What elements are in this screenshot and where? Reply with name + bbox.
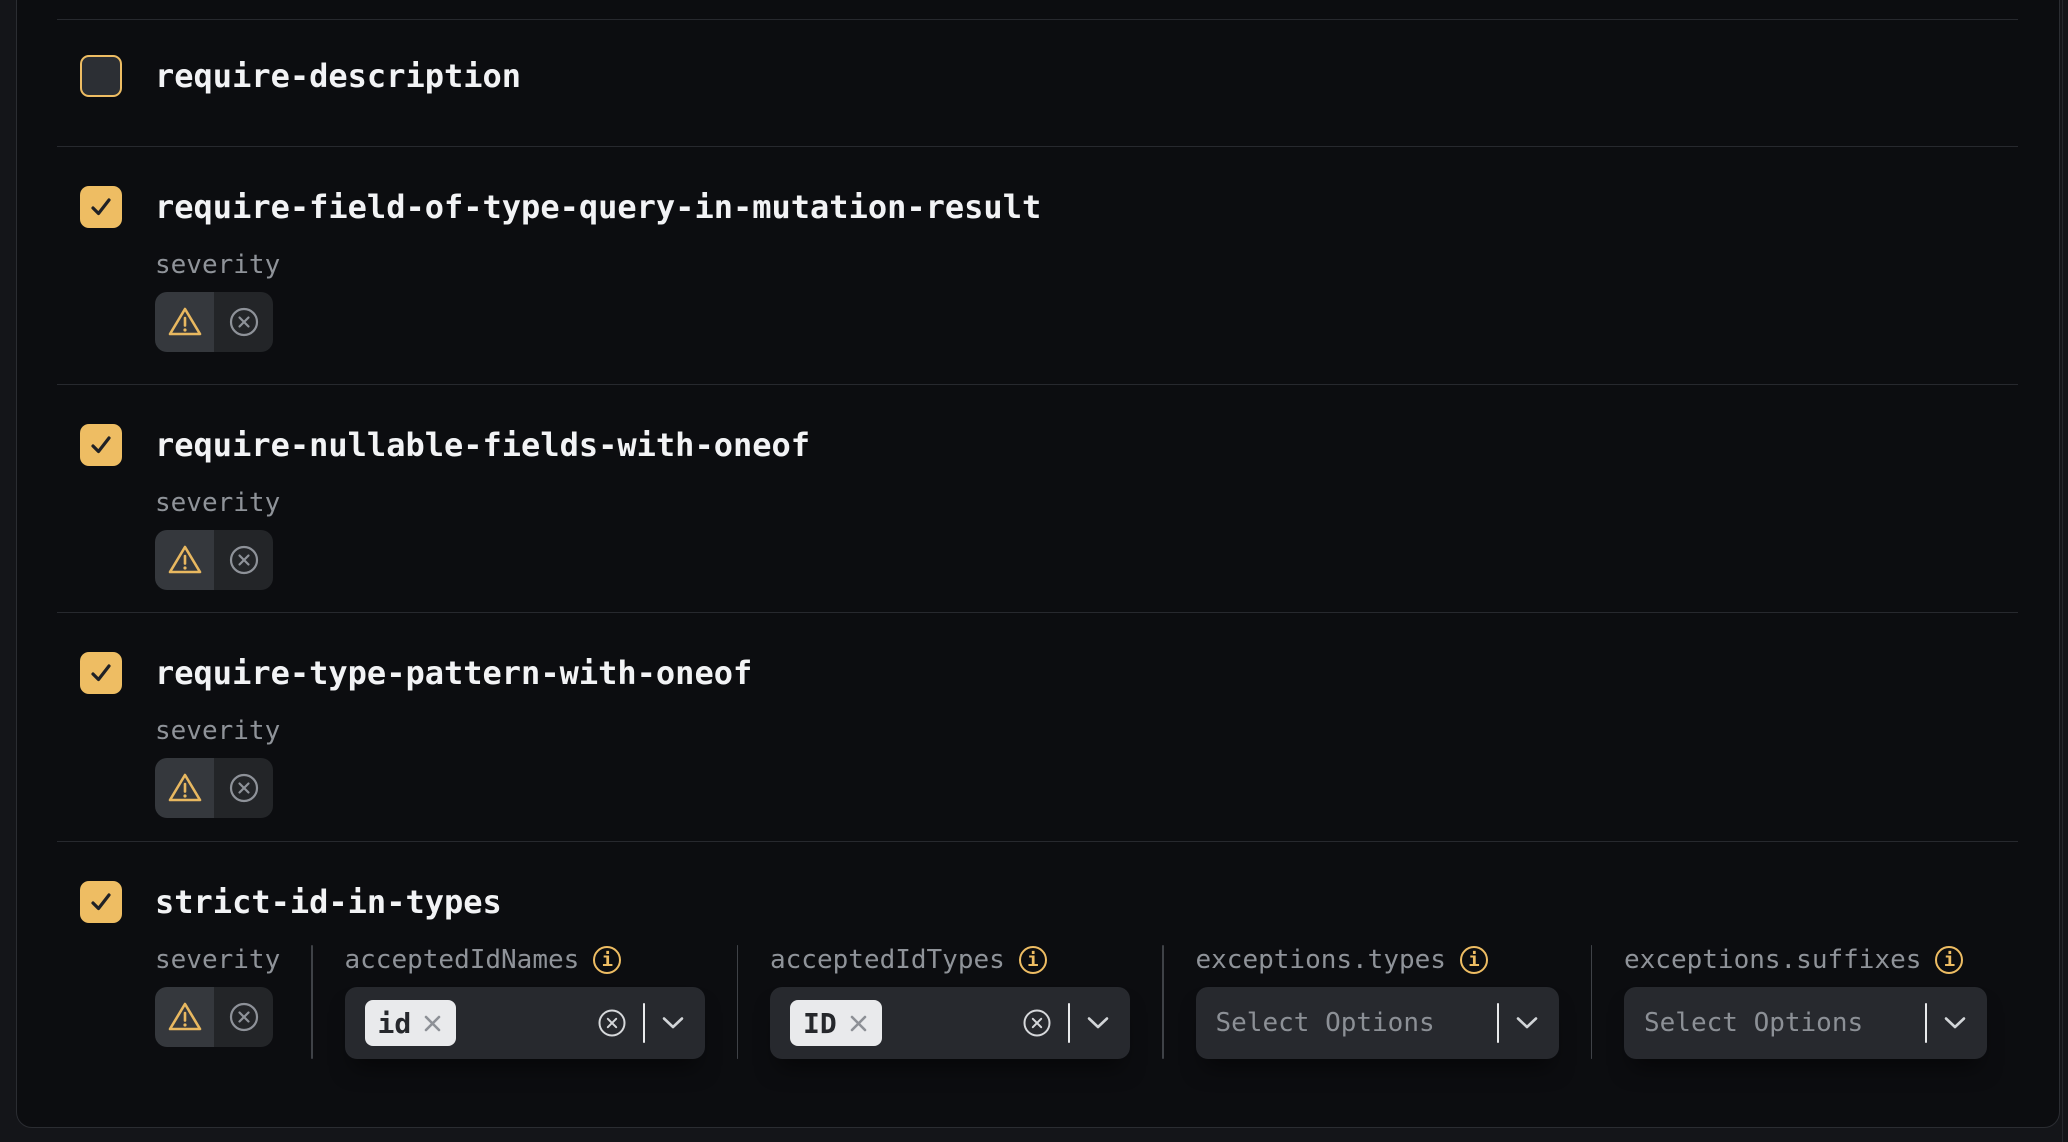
info-icon[interactable]: i — [1935, 946, 1963, 974]
rule-name-label: require-nullable-fields-with-oneof — [155, 426, 810, 464]
multiselect-exceptions-suffixes[interactable]: Select Options — [1624, 987, 1987, 1059]
info-glyph: i — [1027, 951, 1038, 970]
severity-toggle — [155, 292, 273, 352]
info-glyph: i — [602, 951, 613, 970]
severity-label: severity — [155, 488, 2059, 518]
severity-off-button[interactable] — [214, 987, 273, 1047]
severity-toggle — [155, 530, 273, 590]
multiselect-acceptedIdNames[interactable]: id — [345, 987, 705, 1059]
rule-name-label: strict-id-in-types — [155, 883, 502, 921]
rule-name-label: require-field-of-type-query-in-mutation-… — [155, 188, 1041, 226]
field-group-acceptedIdNames: acceptedIdNames i id — [345, 945, 705, 1059]
chip-label: ID — [803, 1007, 837, 1040]
field-label: exceptions.suffixes — [1624, 945, 1921, 975]
chevron-down-icon[interactable] — [661, 1016, 685, 1030]
rule-name-label: require-type-pattern-with-oneof — [155, 654, 752, 692]
rule-checkbox[interactable] — [80, 424, 122, 466]
severity-off-button[interactable] — [214, 758, 273, 818]
info-icon[interactable]: i — [593, 946, 621, 974]
field-label: exceptions.types — [1196, 945, 1446, 975]
circle-x-icon — [228, 306, 260, 338]
selected-option-chip: ID — [790, 1000, 882, 1046]
severity-label: severity — [155, 250, 2059, 280]
clear-selection-button[interactable] — [597, 1008, 627, 1038]
checkmark-icon — [88, 889, 114, 915]
circle-x-icon — [228, 772, 260, 804]
chip-label: id — [378, 1007, 412, 1040]
rule-name-label: require-description — [155, 57, 521, 95]
warning-icon — [167, 544, 203, 576]
severity-off-button[interactable] — [214, 292, 273, 352]
severity-warn-button[interactable] — [155, 292, 214, 352]
info-glyph: i — [1468, 951, 1479, 970]
rule-row-require-field-of-type-query-in-mutation-result: require-field-of-type-query-in-mutation-… — [17, 147, 2059, 384]
checkmark-icon — [88, 660, 114, 686]
checkmark-icon — [88, 432, 114, 458]
rule-row-require-type-pattern-with-oneof: require-type-pattern-with-oneof severity — [17, 613, 2059, 841]
multiselect-exceptions-types[interactable]: Select Options — [1196, 987, 1559, 1059]
rule-checkbox[interactable] — [80, 652, 122, 694]
rule-checkbox[interactable] — [80, 55, 122, 97]
field-label: acceptedIdTypes — [770, 945, 1005, 975]
field-group-exceptions-suffixes: exceptions.suffixes i Select Options — [1624, 945, 1987, 1059]
select-separator — [643, 1003, 645, 1043]
chevron-down-icon[interactable] — [1515, 1016, 1539, 1030]
info-icon[interactable]: i — [1460, 946, 1488, 974]
severity-warn-button[interactable] — [155, 758, 214, 818]
select-placeholder: Select Options — [1216, 1008, 1497, 1038]
chevron-down-icon[interactable] — [1086, 1016, 1110, 1030]
selected-option-chip: id — [365, 1000, 457, 1046]
chevron-down-icon[interactable] — [1943, 1016, 1967, 1030]
severity-toggle — [155, 758, 273, 818]
severity-warn-button[interactable] — [155, 530, 214, 590]
rules-panel: require-description require-field-of-typ… — [0, 0, 2068, 1142]
field-divider — [311, 945, 313, 1059]
select-placeholder: Select Options — [1644, 1008, 1925, 1038]
circle-x-icon — [228, 1001, 260, 1033]
severity-label: severity — [155, 716, 2059, 746]
rule-checkbox[interactable] — [80, 186, 122, 228]
info-glyph: i — [1944, 951, 1955, 970]
warning-icon — [167, 772, 203, 804]
field-group-severity: severity — [155, 945, 279, 1059]
field-divider — [1591, 945, 1593, 1059]
circle-x-icon — [228, 544, 260, 576]
field-divider — [737, 945, 739, 1059]
rule-row-require-description: require-description — [17, 20, 2059, 146]
page-edge-line — [2062, 0, 2063, 1142]
rule-row-strict-id-in-types: strict-id-in-types severity — [17, 842, 2059, 1128]
select-separator — [1068, 1003, 1070, 1043]
field-label: acceptedIdNames — [345, 945, 580, 975]
chip-remove-icon[interactable] — [848, 1013, 869, 1034]
warning-icon — [167, 1001, 203, 1033]
rules-card: require-description require-field-of-typ… — [16, 0, 2060, 1128]
rule-row-require-nullable-fields-with-oneof: require-nullable-fields-with-oneof sever… — [17, 385, 2059, 612]
severity-warn-button[interactable] — [155, 987, 214, 1047]
warning-icon — [167, 306, 203, 338]
chip-remove-icon[interactable] — [422, 1013, 443, 1034]
select-separator — [1497, 1003, 1499, 1043]
severity-toggle — [155, 987, 273, 1047]
field-divider — [1162, 945, 1164, 1059]
select-separator — [1925, 1003, 1927, 1043]
field-group-acceptedIdTypes: acceptedIdTypes i ID — [770, 945, 1130, 1059]
info-icon[interactable]: i — [1019, 946, 1047, 974]
severity-off-button[interactable] — [214, 530, 273, 590]
multiselect-acceptedIdTypes[interactable]: ID — [770, 987, 1130, 1059]
checkmark-icon — [88, 194, 114, 220]
field-group-exceptions-types: exceptions.types i Select Options — [1196, 945, 1559, 1059]
rule-checkbox[interactable] — [80, 881, 122, 923]
severity-label: severity — [155, 945, 280, 975]
clear-selection-button[interactable] — [1022, 1008, 1052, 1038]
